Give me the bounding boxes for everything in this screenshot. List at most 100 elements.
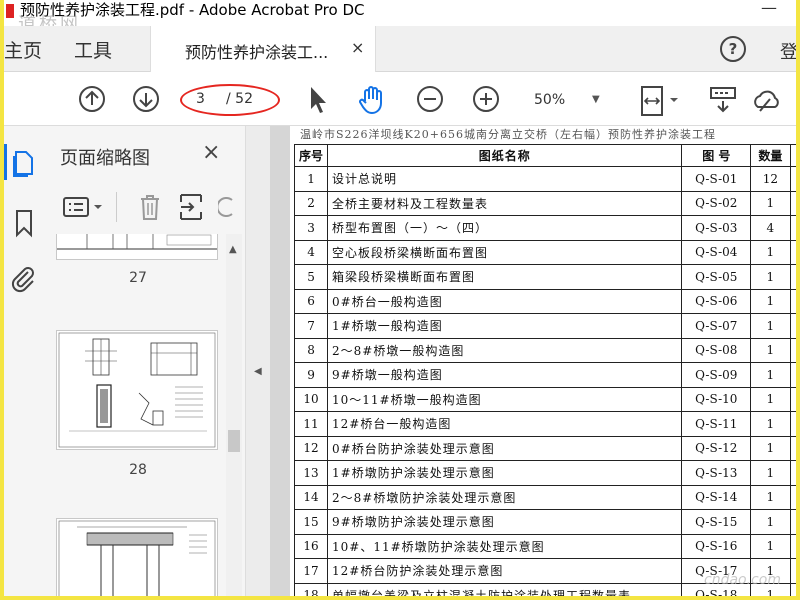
close-tab-icon[interactable]: × [351,38,364,57]
row-number: 17 [293,558,329,584]
scroll-mode-icon[interactable] [708,85,738,115]
drawing-name: 10#、11#桥墩防护涂装处理示意图 [327,533,683,559]
tab-document[interactable]: 预防性养护涂装工... × [150,26,376,72]
drawing-quantity: 1 [750,435,791,461]
pdf-file-icon [6,4,14,18]
drawing-name: 9#桥墩一般构造图 [327,362,683,388]
page-navigator: 3 / 52 [180,84,280,116]
current-page-input[interactable]: 3 [196,91,205,107]
page-cell [789,215,796,241]
bookmark-icon[interactable] [12,208,36,238]
chevron-left-icon[interactable]: ◀ [254,366,262,377]
thumbnail-page[interactable] [56,330,218,450]
drawing-code: Q-S-11 [681,411,752,437]
next-page-icon[interactable] [132,85,160,113]
row-number: 8 [293,337,329,363]
drawing-name: 2～8#桥墩防护涂装处理示意图 [327,484,683,510]
toolbar: 3 / 52 50% ▼ [4,72,796,126]
fit-page-icon[interactable] [638,85,682,117]
page-cell [789,533,796,559]
thumbnail-page[interactable] [56,234,218,260]
table-row: 9 9#桥墩一般构造图 Q-S-09 1 [293,362,796,388]
page-cell [789,484,796,510]
drawing-code: Q-S-10 [681,386,752,412]
drawing-name: 9#桥墩防护涂装处理示意图 [327,509,683,535]
column-header: 图纸名称 [327,144,683,167]
row-number: 2 [293,190,329,216]
row-number: 4 [293,239,329,265]
column-header: 页 [789,144,796,167]
table-row: 3 桥型布置图（一）～（四） Q-S-03 4 [293,215,796,241]
table-row: 1 设计总说明 Q-S-01 12 [293,166,796,192]
pdf-page: 温岭市S226洋坝线K20+656城南分离立交桥（左右幅）预防性养护涂装工程 序… [290,126,796,596]
table-row: 8 2～8#桥墩一般构造图 Q-S-08 1 [293,337,796,363]
row-number: 9 [293,362,329,388]
drawing-code: Q-S-04 [681,239,752,265]
drawing-code: Q-S-02 [681,190,752,216]
prev-page-icon[interactable] [78,85,106,113]
thumbnail-list: 27 28 [46,234,230,596]
hand-tool-icon[interactable] [356,85,388,115]
drawing-name: 1#桥墩一般构造图 [327,313,683,339]
thumbnail-scrollbar[interactable]: ▲ [226,234,242,596]
close-panel-icon[interactable]: × [202,140,220,165]
page-cell [789,166,796,192]
site-watermark: cndao.com [704,572,781,588]
table-row: 16 10#、11#桥墩防护涂装处理示意图 Q-S-16 1 [293,533,796,559]
drawing-quantity: 1 [750,337,791,363]
thumbnail-page-number: 27 [129,270,147,286]
table-row: 13 1#桥墩防护涂装处理示意图 Q-S-13 1 [293,460,796,486]
total-pages: / 52 [226,91,253,107]
drawing-code: Q-S-06 [681,288,752,314]
table-row: 4 空心板段桥梁横断面布置图 Q-S-04 1 [293,239,796,265]
page-thumbnails-icon[interactable] [12,148,36,178]
minimize-button[interactable]: — [756,0,782,22]
thumbnail-page[interactable] [56,518,218,596]
drawing-code: Q-S-08 [681,337,752,363]
zoom-level-select[interactable]: 50% [534,92,565,108]
drawing-name: 空心板段桥梁横断面布置图 [327,239,683,265]
tab-tools[interactable]: 工具 [74,36,112,63]
page-cell [789,190,796,216]
drawing-quantity: 1 [750,313,791,339]
collapse-panel-handle[interactable]: ◀ [246,126,270,596]
page-cell [789,386,796,412]
row-number: 1 [293,166,329,192]
chevron-down-icon[interactable]: ▼ [592,94,600,105]
window-title: 预防性养护涂装工程.pdf - Adobe Acrobat Pro DC [20,1,365,19]
active-indicator [4,144,7,180]
drawing-quantity: 1 [750,264,791,290]
page-cell [789,239,796,265]
page-thumbnails-panel: 页面缩略图 × 27 28 ▲ [46,126,246,596]
drawing-quantity: 1 [750,386,791,412]
drawing-code: Q-S-16 [681,533,752,559]
drawing-code: Q-S-14 [681,484,752,510]
insert-page-icon[interactable] [178,192,204,222]
drawing-quantity: 1 [750,239,791,265]
page-cell [789,411,796,437]
zoom-in-icon[interactable] [472,85,500,113]
share-cloud-icon[interactable] [750,85,782,115]
document-header: 温岭市S226洋坝线K20+656城南分离立交桥（左右幅）预防性养护涂装工程 [300,128,716,141]
help-icon[interactable]: ? [720,36,746,62]
tab-home[interactable]: 主页 [4,36,42,63]
drawing-code: Q-S-01 [681,166,752,192]
table-row: 6 0#桥台一般构造图 Q-S-06 1 [293,288,796,314]
zoom-out-icon[interactable] [416,85,444,113]
scroll-thumb[interactable] [228,430,240,452]
sign-in-button[interactable]: 登 [780,38,796,64]
select-pointer-icon[interactable] [306,85,330,115]
drawing-code: Q-S-15 [681,509,752,535]
table-row: 7 1#桥墩一般构造图 Q-S-07 1 [293,313,796,339]
options-menu-icon[interactable] [62,194,108,220]
scroll-up-icon[interactable]: ▲ [229,244,237,255]
panel-title: 页面缩略图 [60,148,150,169]
drawing-quantity: 4 [750,215,791,241]
delete-page-icon[interactable] [138,192,162,222]
attachment-icon[interactable] [10,264,36,294]
page-cell [789,582,796,596]
rotate-page-icon[interactable] [218,194,236,220]
row-number: 15 [293,509,329,535]
document-view[interactable]: 温岭市S226洋坝线K20+656城南分离立交桥（左右幅）预防性养护涂装工程 序… [270,126,796,596]
drawing-name: 桥型布置图（一）～（四） [327,215,683,241]
